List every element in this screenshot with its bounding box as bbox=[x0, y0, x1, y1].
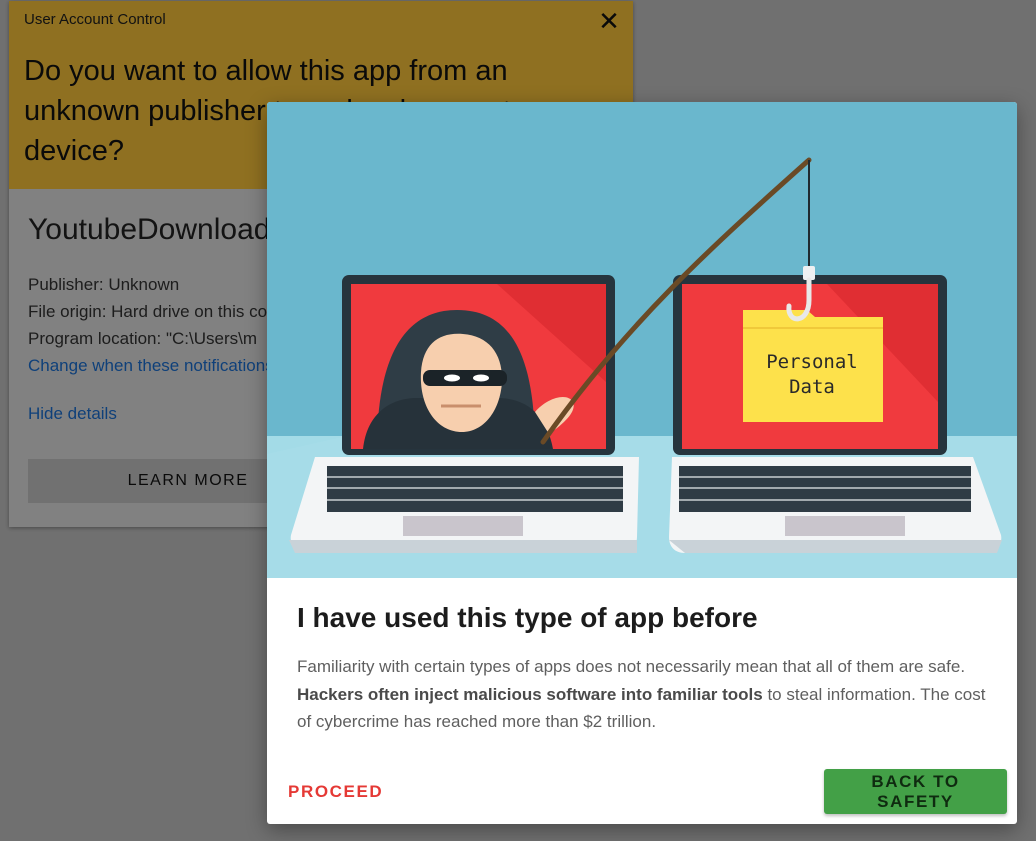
folder-label-line2: Data bbox=[789, 376, 835, 398]
uac-app-name: YoutubeDownloader bbox=[28, 213, 298, 246]
uac-publisher: Publisher: Unknown bbox=[28, 275, 180, 294]
close-icon[interactable]: ✕ bbox=[595, 7, 623, 35]
hide-details-link[interactable]: Hide details bbox=[28, 404, 117, 424]
modal-title: I have used this type of app before bbox=[297, 602, 758, 633]
folder-label-line1: Personal bbox=[766, 351, 858, 373]
warning-modal: Personal Data I have used this type of a… bbox=[267, 102, 1017, 824]
proceed-button[interactable]: PROCEED bbox=[288, 775, 383, 809]
uac-caption: User Account Control bbox=[24, 11, 166, 28]
modal-body: Familiarity with certain types of apps d… bbox=[297, 653, 987, 736]
personal-data-folder: Personal Data bbox=[743, 310, 883, 422]
back-to-safety-button[interactable]: BACK TO SAFETY bbox=[824, 769, 1007, 814]
phishing-illustration: Personal Data bbox=[267, 102, 1017, 578]
uac-program-location: Program location: "C:\Users\m bbox=[28, 329, 257, 348]
body-text-bold: Hackers often inject malicious software … bbox=[297, 684, 763, 704]
body-text-pre: Familiarity with certain types of apps d… bbox=[297, 657, 966, 676]
